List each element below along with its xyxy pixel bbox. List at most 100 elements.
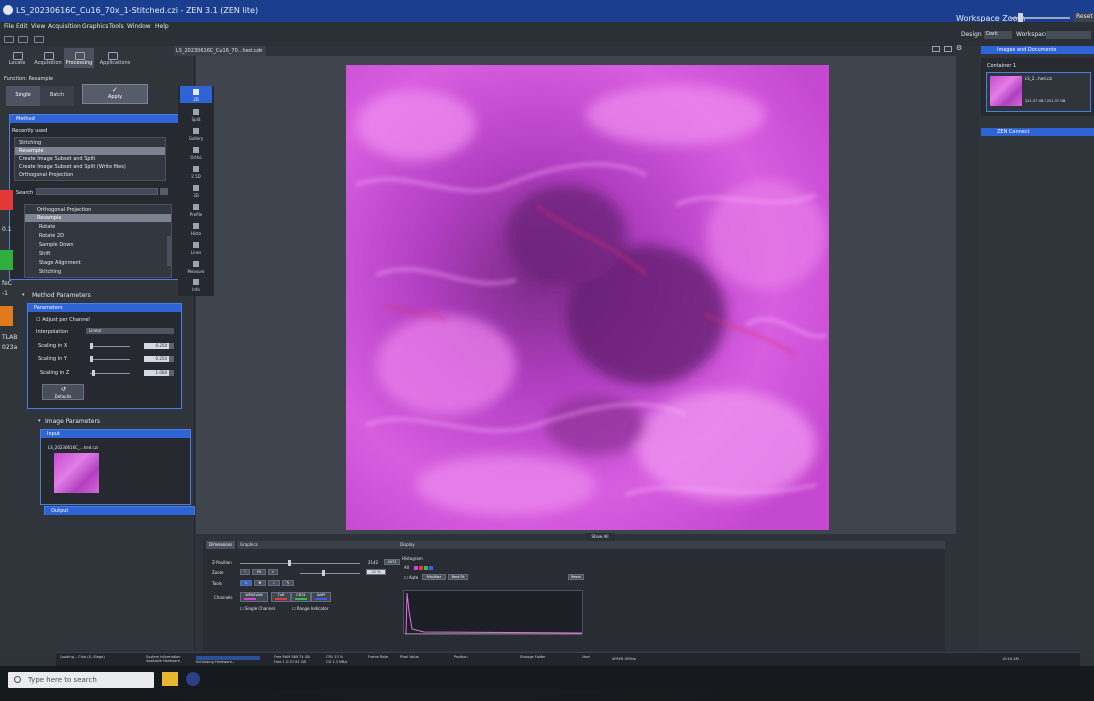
- show-all-button[interactable]: Show All: [585, 533, 615, 541]
- scaling-z-knob[interactable]: [92, 370, 95, 376]
- single-channel-checkbox[interactable]: ☐ Single Channel: [240, 606, 275, 611]
- layout-icon[interactable]: [944, 46, 952, 52]
- zoom-tool-icon[interactable]: ⌕: [268, 580, 280, 586]
- channel-dapi[interactable]: DAPI: [311, 592, 331, 602]
- auto-checkbox[interactable]: ☐ Auto: [404, 575, 418, 580]
- desktop-app-icon[interactable]: [0, 250, 13, 270]
- zoom-knob[interactable]: [322, 570, 325, 576]
- document-tab[interactable]: LS_20230616C_Cu16_70...hed.czi ×: [174, 46, 266, 56]
- menu-acquisition[interactable]: Acquisition: [48, 23, 81, 30]
- tab-locate[interactable]: Locate: [2, 48, 32, 68]
- scaling-y-field[interactable]: 0.250: [144, 356, 174, 362]
- menu-edit[interactable]: Edit: [16, 23, 28, 30]
- matlab-icon[interactable]: [0, 306, 13, 326]
- view-tool-ortho[interactable]: Ortho: [180, 144, 212, 161]
- defaults-button[interactable]: ↺ Defaults: [42, 384, 84, 400]
- zoom-out-icon[interactable]: −: [240, 569, 250, 575]
- screenshot-icon[interactable]: [34, 36, 44, 43]
- scaling-z-slider[interactable]: [90, 373, 130, 374]
- microscopy-image[interactable]: [346, 65, 829, 530]
- file-explorer-icon[interactable]: [162, 672, 178, 686]
- pan-tool-icon[interactable]: ✥: [254, 580, 266, 586]
- tab-applications[interactable]: Applications: [97, 48, 133, 68]
- output-header[interactable]: Output: [45, 507, 194, 515]
- view-tool-2-5d[interactable]: 2.5D: [180, 163, 212, 180]
- view-tool-split[interactable]: Split: [180, 106, 212, 123]
- open-file-icon[interactable]: [4, 36, 14, 43]
- parameters-header[interactable]: Parameters: [28, 304, 181, 312]
- tab-processing[interactable]: Processing: [64, 48, 94, 68]
- method-list-scrollbar[interactable]: [167, 236, 171, 266]
- layout-icon[interactable]: [932, 46, 940, 52]
- tab-graphics[interactable]: Graphics: [237, 541, 397, 549]
- list-item[interactable]: Stitching: [25, 268, 171, 276]
- channel-txr[interactable]: TxR: [271, 592, 291, 602]
- histogram-plot[interactable]: [403, 590, 583, 635]
- range-indicator-checkbox[interactable]: ☐ Range Indicator: [292, 606, 328, 611]
- save-icon[interactable]: [18, 36, 28, 43]
- scaling-x-knob[interactable]: [90, 343, 93, 349]
- menu-tools[interactable]: Tools: [109, 23, 124, 30]
- list-item[interactable]: Create Image Subset and Split: [15, 155, 165, 163]
- gear-icon[interactable]: ⚙: [956, 44, 962, 52]
- view-tool-profile[interactable]: Profile: [180, 201, 212, 218]
- design-select[interactable]: Dark: [984, 31, 1012, 39]
- tab-acquisition[interactable]: Acquisition: [33, 48, 63, 68]
- search-icon[interactable]: [160, 188, 168, 195]
- tab-dimensions[interactable]: Dimensions: [206, 541, 236, 549]
- menu-help[interactable]: Help: [155, 23, 169, 30]
- channel-cd31[interactable]: CD31: [291, 592, 311, 602]
- view-tool-3d[interactable]: 3D: [180, 182, 212, 199]
- view-tool-2d[interactable]: 2D: [180, 86, 212, 103]
- display-reset-button[interactable]: Reset: [568, 574, 584, 580]
- list-item[interactable]: Stitching: [15, 139, 165, 147]
- zoom-in-icon[interactable]: +: [268, 569, 278, 575]
- taskbar-search-input[interactable]: Type here to search: [8, 672, 154, 688]
- interpolation-select[interactable]: Linear: [86, 328, 174, 334]
- tab-display[interactable]: Display: [397, 541, 945, 549]
- apply-button[interactable]: ✓ Apply: [82, 84, 148, 104]
- view-tool-histo[interactable]: Histo: [180, 220, 212, 237]
- view-tool-gallery[interactable]: Gallery: [180, 125, 212, 142]
- scaling-y-knob[interactable]: [90, 356, 93, 362]
- menu-graphics[interactable]: Graphics: [82, 23, 109, 30]
- method-header[interactable]: Method: [10, 115, 179, 123]
- channel-wpasvan[interactable]: WPASVAN: [240, 592, 268, 602]
- scaling-x-slider[interactable]: [90, 346, 130, 347]
- list-item[interactable]: Create Image Subset and Split (Write fil…: [15, 163, 165, 171]
- images-documents-header[interactable]: Images and Documents: [981, 46, 1094, 54]
- best-fit-button[interactable]: Best Fit: [448, 574, 468, 580]
- zen-connect-header[interactable]: ZEN Connect: [981, 128, 1094, 136]
- input-thumbnail[interactable]: [54, 453, 99, 493]
- list-item[interactable]: Rotate: [25, 223, 171, 231]
- menu-file[interactable]: File: [4, 23, 14, 30]
- zoom-fit-button[interactable]: Fit: [252, 569, 266, 575]
- method-search-input[interactable]: [36, 188, 158, 195]
- collapse-triangle-icon[interactable]: ▾: [38, 418, 41, 424]
- list-item[interactable]: Orthogonal Projection: [15, 171, 165, 179]
- pointer-tool-icon[interactable]: ↖: [240, 580, 252, 586]
- workspace-select[interactable]: [1046, 31, 1091, 39]
- document-card[interactable]: LS_2...hed.czi 221.37 GB / 221.37 GB: [986, 72, 1091, 112]
- min-max-button[interactable]: Min/Max: [422, 574, 446, 580]
- scaling-y-slider[interactable]: [90, 359, 130, 360]
- zoom-value-field[interactable]: 22 %: [366, 569, 386, 575]
- z-position-max-field[interactable]: 4072: [384, 559, 400, 565]
- desktop-app-icon[interactable]: [0, 190, 13, 210]
- list-item[interactable]: Resample: [25, 214, 171, 222]
- input-header[interactable]: Input: [41, 430, 190, 438]
- draw-tool-icon[interactable]: ✎: [282, 580, 294, 586]
- scaling-z-field[interactable]: 1.000: [144, 370, 174, 376]
- adjust-per-channel-checkbox[interactable]: ☐ Adjust per Channel: [36, 317, 90, 323]
- z-position-slider[interactable]: [240, 563, 360, 564]
- z-position-knob[interactable]: [288, 560, 291, 566]
- collapse-triangle-icon[interactable]: ▾: [22, 292, 25, 298]
- single-mode-button[interactable]: Single: [6, 86, 40, 106]
- list-item[interactable]: Rotate 2D: [25, 232, 171, 240]
- list-item[interactable]: Stage Alignment: [25, 259, 171, 267]
- close-icon[interactable]: ×: [259, 46, 263, 56]
- list-item[interactable]: Shift: [25, 250, 171, 258]
- scaling-x-field[interactable]: 0.250: [144, 343, 174, 349]
- view-tool-info[interactable]: Info: [180, 276, 212, 293]
- menu-view[interactable]: View: [31, 23, 45, 30]
